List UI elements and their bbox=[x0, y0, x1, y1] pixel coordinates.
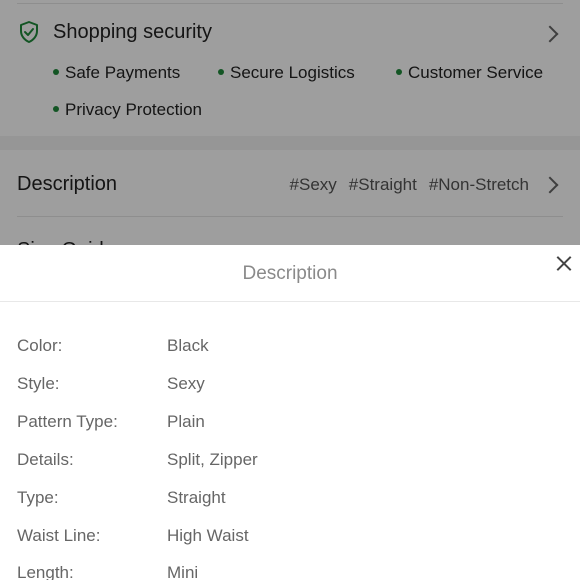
attribute-row: Length: Mini bbox=[0, 563, 580, 580]
attribute-row: Color: Black bbox=[0, 336, 580, 374]
sheet-header: Description bbox=[0, 245, 580, 302]
sheet-title: Description bbox=[242, 263, 338, 284]
attribute-label: Pattern Type: bbox=[17, 412, 118, 431]
attribute-row: Details: Split, Zipper bbox=[0, 450, 580, 488]
attribute-value: High Waist bbox=[167, 526, 249, 545]
attribute-row: Style: Sexy bbox=[0, 374, 580, 412]
attribute-value: Split, Zipper bbox=[167, 450, 258, 469]
attribute-label: Color: bbox=[17, 336, 63, 355]
attribute-label: Length: bbox=[17, 563, 74, 580]
description-bottom-sheet: Description Color: Black Style: Sexy Pat… bbox=[0, 245, 580, 580]
attribute-row: Type: Straight bbox=[0, 488, 580, 526]
attribute-label: Type: bbox=[17, 488, 59, 507]
attribute-label: Style: bbox=[17, 374, 60, 393]
attribute-value: Sexy bbox=[167, 374, 205, 393]
attribute-row: Waist Line: High Waist bbox=[0, 526, 580, 564]
attribute-value: Straight bbox=[167, 488, 226, 507]
attribute-label: Details: bbox=[17, 450, 74, 469]
attribute-row: Pattern Type: Plain bbox=[0, 412, 580, 450]
close-icon[interactable] bbox=[553, 253, 575, 275]
attribute-value: Mini bbox=[167, 563, 199, 580]
attribute-value: Black bbox=[167, 336, 209, 355]
attribute-label: Waist Line: bbox=[17, 526, 101, 545]
attribute-value: Plain bbox=[167, 412, 205, 431]
